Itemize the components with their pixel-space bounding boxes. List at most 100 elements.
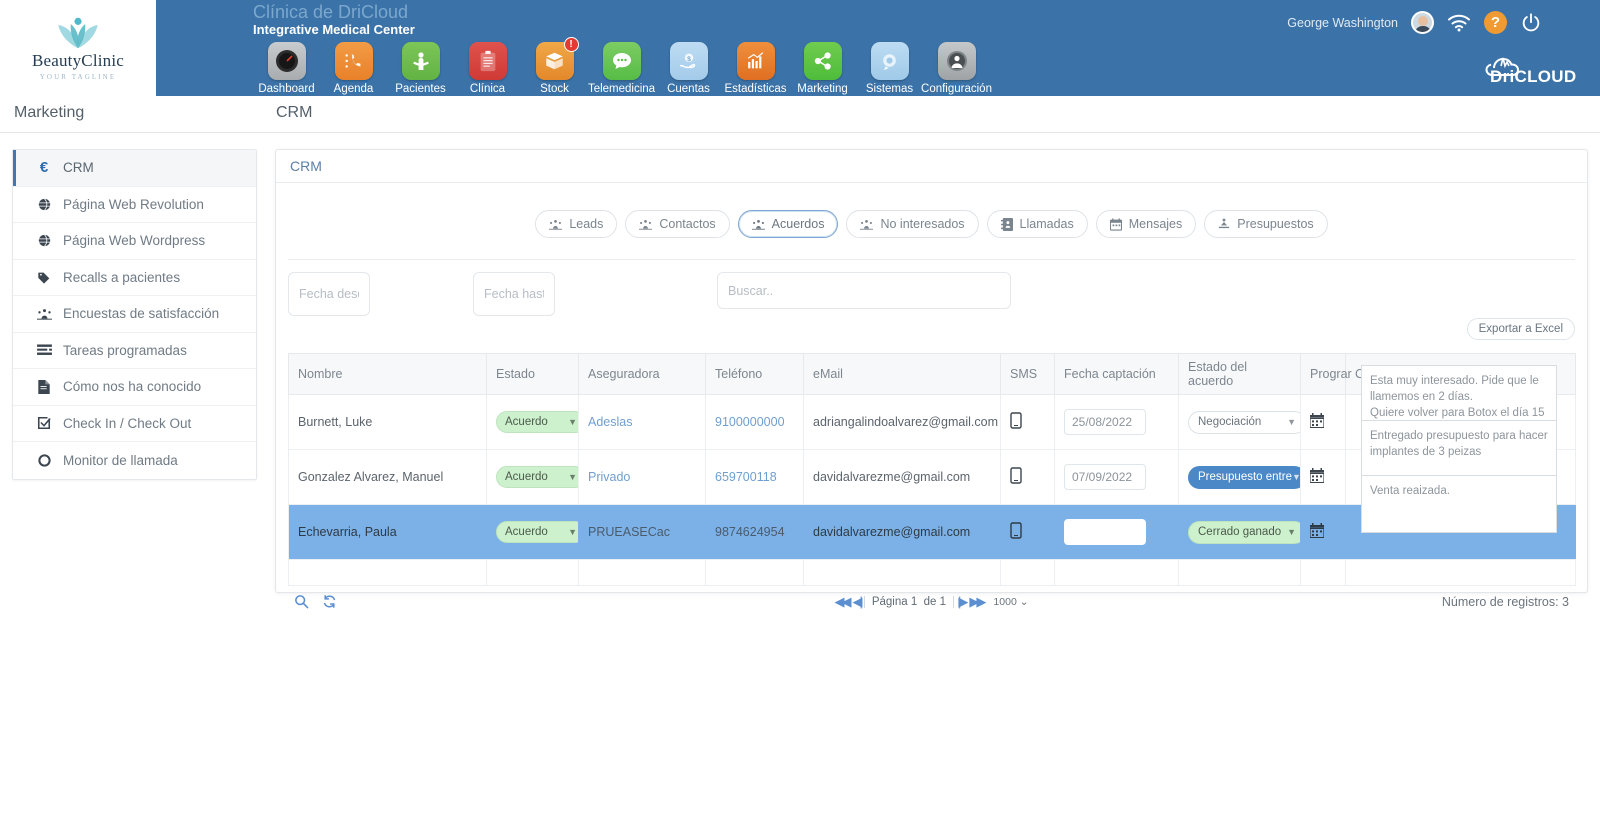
comentarios-textarea[interactable]: Esta muy interesado. Pide que le llamemo… [1361,365,1557,427]
chevron-down-icon: ▼ [1291,472,1301,482]
col-estado-del-acuerdo[interactable]: Estado del acuerdo [1178,353,1301,395]
mobile-icon[interactable] [1010,467,1022,484]
dashboard-icon [267,42,306,80]
cell-estado-acuerdo: Presupuesto entre ▼ [1178,449,1301,505]
fecha-hasta-input[interactable] [473,272,555,316]
avatar[interactable] [1411,11,1434,34]
mobile-icon[interactable] [1010,522,1022,539]
cell-prograr [1300,449,1346,505]
tab-contactos[interactable]: Contactos [625,210,730,238]
first-page-button[interactable]: ◀◀ [834,594,851,610]
euro-icon: € [39,159,49,177]
help-icon[interactable]: ? [1484,11,1507,34]
logo-name: BeautyClinic [31,50,125,70]
tab-llamadas[interactable]: Llamadas [986,210,1088,238]
cell-email: adriangalindoalvarez@gmail.com [803,394,1001,450]
power-icon[interactable] [1520,12,1542,34]
fecha-captacion-input[interactable] [1064,409,1146,435]
sidebar-item-pagina-web-wordpress[interactable]: Página Web Wordpress [13,223,256,260]
user-gear-icon [937,42,976,80]
nav-item-dashboard[interactable]: Dashboard [253,42,320,95]
wifi-icon[interactable] [1447,14,1471,32]
comentarios-textarea[interactable]: Venta reaizada. [1361,475,1557,533]
export-excel-button[interactable]: Exportar a Excel [1466,318,1575,340]
nav-item-marketing[interactable]: Marketing [789,42,856,95]
last-page-button[interactable]: ▶▶ [969,594,986,610]
estado-dropdown[interactable]: Acuerdo ▼ [496,411,578,433]
people-icon [549,219,563,230]
comentarios-textarea[interactable]: Entregado presupuesto para hacer implant… [1361,420,1557,479]
sidebar-item-monitor-de-llamada[interactable]: Monitor de llamada [13,442,256,479]
sidebar-item-pagina-web-revolution[interactable]: Página Web Revolution [13,187,256,223]
sidebar-item-check-in-check-out[interactable]: Check In / Check Out [13,406,256,442]
nav-item-clinica[interactable]: Clínica [454,42,521,95]
survey-icon [33,308,55,320]
nav-item-estadisticas[interactable]: Estadísticas [722,42,789,95]
col-fecha-captacion[interactable]: Fecha captación [1054,353,1179,395]
tab-label: Leads [569,217,604,231]
search-input[interactable] [717,272,1011,309]
top-navigation-bar: BeautyClinic YOUR TAGLINE Clínica de Dri… [0,0,1600,96]
next-page-button[interactable]: |▶ [958,594,969,610]
tab-presupuestos[interactable]: Presupuestos [1204,210,1328,238]
col-nombre[interactable]: Nombre [288,353,487,395]
export-bar: Exportar a Excel [276,318,1587,342]
page-size-select[interactable]: 1000 ⌄ [993,596,1028,608]
tab-acuerdos[interactable]: Acuerdos [737,210,839,238]
page-number[interactable]: 1 [911,596,917,608]
fecha-captacion-input[interactable] [1064,464,1146,490]
estado-value: Acuerdo [505,471,548,483]
aseguradora-link[interactable]: PRUEASECac [588,525,670,539]
pagination: ◀◀ ◀| Página 1 de 1 |▶ ▶▶ 1000 ⌄ [288,594,1575,610]
sidebar-item-tareas-programadas[interactable]: Tareas programadas [13,333,256,369]
telefono-link[interactable]: 9874624954 [715,525,785,539]
nav-item-agenda[interactable]: Agenda [320,42,387,95]
nav-item-sistemas[interactable]: Sistemas [856,42,923,95]
clinic-logo[interactable]: BeautyClinic YOUR TAGLINE [0,0,156,96]
nav-item-cuentas[interactable]: $ Cuentas [655,42,722,95]
estado-dropdown[interactable]: Acuerdo ▼ [496,521,578,543]
chevron-down-icon: ▼ [1287,527,1296,537]
telefono-link[interactable]: 659700118 [715,470,777,484]
nav-item-configuracion[interactable]: Configuración [921,42,992,95]
calendar-icon[interactable] [1309,413,1325,429]
calendar-icon[interactable] [1309,468,1325,484]
calendar-icon[interactable] [1309,523,1325,539]
aseguradora-link[interactable]: Adeslas [588,415,632,429]
sidebar-item-recalls-a-pacientes[interactable]: Recalls a pacientes [13,260,256,296]
col-telefono[interactable]: Teléfono [705,353,804,395]
sidebar-item-encuestas-de-satisfaccion[interactable]: Encuestas de satisfacción [13,296,256,333]
sidebar-item-como-nos-ha-conocido[interactable]: Cómo nos ha conocido [13,369,256,406]
col-aseguradora[interactable]: Aseguradora [578,353,706,395]
tab-no-interesados[interactable]: No interesados [846,210,979,238]
col-email[interactable]: eMail [803,353,1001,395]
nav-item-stock[interactable]: ! Stock [521,37,588,95]
people-icon [639,219,653,230]
nav-item-pacientes[interactable]: Pacientes [387,42,454,95]
estado-acuerdo-dropdown[interactable]: Negociación ▼ [1188,410,1300,434]
fecha-captacion-input[interactable] [1064,519,1146,545]
sidebar-item-label: Check In / Check Out [63,415,192,431]
tab-leads[interactable]: Leads [535,210,618,238]
fecha-desde-input[interactable] [288,272,370,316]
tab-mensajes[interactable]: Mensajes [1095,210,1197,238]
col-sms[interactable]: SMS [1000,353,1055,395]
cell-sms [1000,394,1055,450]
phone-icon [334,42,373,80]
nav-label: Stock [540,83,569,95]
calendar-icon [1109,218,1122,231]
nav-item-telemedicina[interactable]: Telemedicina [588,42,655,95]
col-prograr[interactable]: Prograr [1300,353,1352,395]
cell-telefono: 9874624954 [705,504,804,560]
estado-acuerdo-dropdown[interactable]: Presupuesto entre ▼ [1188,465,1301,489]
mobile-icon[interactable] [1010,412,1022,429]
estado-acuerdo-dropdown[interactable]: Cerrado ganado ▼ [1188,520,1300,544]
sidebar-item-crm[interactable]: € CRM [13,150,256,187]
cell-estado-acuerdo: Cerrado ganado ▼ [1178,504,1301,560]
col-estado[interactable]: Estado [486,353,579,395]
estado-dropdown[interactable]: Acuerdo ▼ [496,466,578,488]
prev-page-button[interactable]: ◀| [852,594,863,610]
clinic-title: Clínica de DriCloud [253,2,409,22]
aseguradora-link[interactable]: Privado [588,470,630,484]
telefono-link[interactable]: 9100000000 [715,415,785,429]
